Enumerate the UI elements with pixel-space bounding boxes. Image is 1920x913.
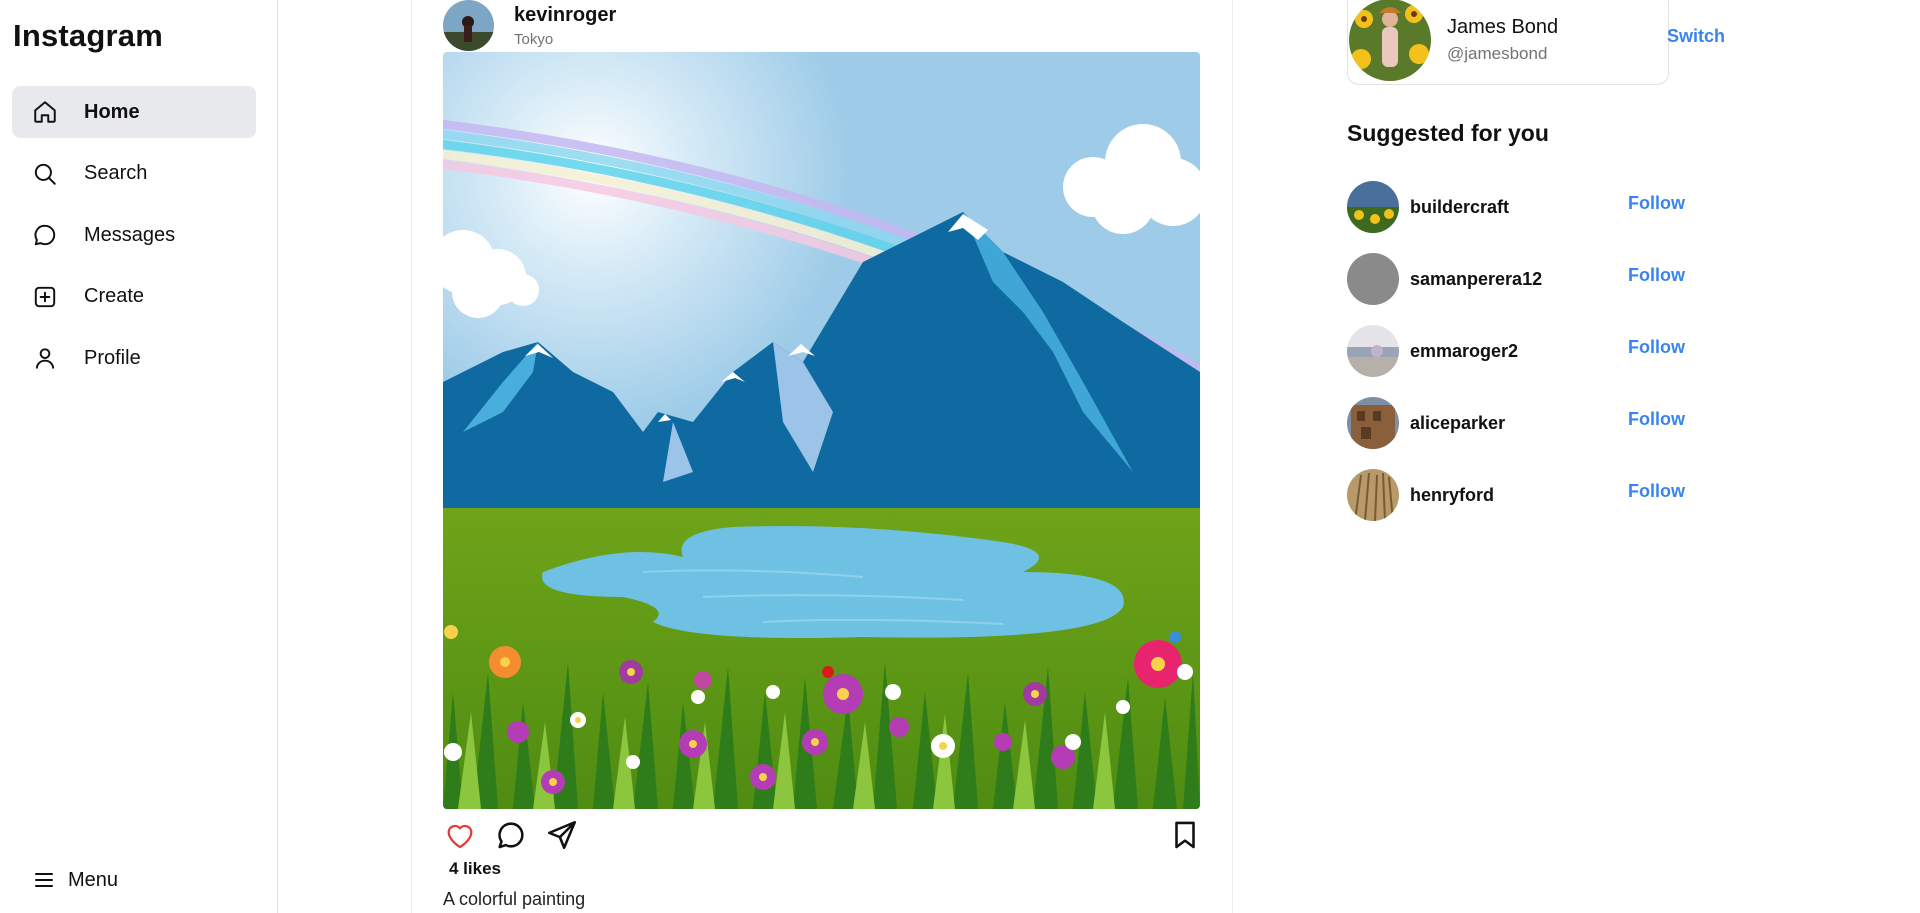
- sidebar-item-label: Create: [84, 285, 145, 307]
- menu-label: Menu: [68, 868, 119, 891]
- list-item: henryford Follow: [1347, 459, 1747, 531]
- sidebar-item-create[interactable]: Create: [12, 271, 256, 323]
- list-item: emmaroger2 Follow: [1347, 315, 1747, 387]
- suggested-username[interactable]: emmaroger2: [1410, 341, 1518, 362]
- sidebar-item-label: Messages: [84, 223, 176, 246]
- sidebar-item-messages[interactable]: Messages: [12, 209, 256, 261]
- plus-square-icon: [32, 284, 58, 310]
- comment-icon: [498, 822, 524, 849]
- search-icon: [32, 161, 58, 187]
- avatar[interactable]: [1347, 325, 1399, 377]
- list-item: aliceparker Follow: [1347, 387, 1747, 459]
- post-header: kevinroger Tokyo: [443, 0, 616, 51]
- post-caption: A colorful painting: [443, 889, 586, 909]
- save-button[interactable]: [1168, 818, 1202, 852]
- sidebar-item-home[interactable]: Home: [12, 86, 256, 138]
- landscape-painting: [443, 52, 1200, 809]
- suggested-username[interactable]: henryford: [1410, 485, 1494, 506]
- feed: kevinroger Tokyo 4 likes A colorful pain…: [411, 0, 1233, 913]
- sidebar-nav: Home Search Messages Create Profile: [12, 86, 256, 394]
- sidebar-item-label: Profile: [84, 346, 141, 369]
- avatar[interactable]: [1347, 253, 1399, 305]
- heart-icon: [447, 824, 473, 849]
- avatar[interactable]: [1347, 469, 1399, 521]
- avatar[interactable]: [1347, 181, 1399, 233]
- post-location[interactable]: Tokyo: [514, 31, 616, 48]
- suggested-username[interactable]: buildercraft: [1410, 197, 1509, 218]
- follow-button[interactable]: Follow: [1628, 265, 1685, 286]
- app-logo[interactable]: Instagram: [13, 18, 163, 54]
- send-icon: [547, 820, 577, 850]
- share-button[interactable]: [545, 818, 579, 852]
- sidebar-item-search[interactable]: Search: [12, 148, 256, 200]
- suggestions-list: buildercraft Follow samanperera12 Follow…: [1347, 171, 1747, 531]
- list-item: samanperera12 Follow: [1347, 243, 1747, 315]
- menu-button[interactable]: Menu: [32, 868, 118, 892]
- avatar[interactable]: [1347, 397, 1399, 449]
- follow-button[interactable]: Follow: [1628, 409, 1685, 430]
- sidebar: Instagram Home Search Messages Create Pr…: [0, 0, 278, 913]
- post-image[interactable]: [443, 52, 1200, 809]
- account-handle: @jamesbond: [1447, 44, 1548, 63]
- message-icon: [32, 222, 58, 248]
- post-username[interactable]: kevinroger: [514, 4, 616, 27]
- follow-button[interactable]: Follow: [1628, 337, 1685, 358]
- post-actions: [443, 818, 1200, 854]
- user-icon: [32, 345, 58, 371]
- suggested-username[interactable]: samanperera12: [1410, 269, 1542, 290]
- current-account-card[interactable]: James Bond @jamesbond: [1347, 0, 1669, 85]
- account-name: James Bond: [1447, 16, 1559, 38]
- avatar: [1349, 0, 1431, 81]
- follow-button[interactable]: Follow: [1628, 193, 1685, 214]
- sidebar-item-label: Search: [84, 162, 148, 184]
- suggested-username[interactable]: aliceparker: [1410, 413, 1505, 434]
- like-button[interactable]: [443, 818, 477, 852]
- home-icon: [32, 99, 58, 125]
- list-item: buildercraft Follow: [1347, 171, 1747, 243]
- bookmark-icon: [1175, 821, 1195, 849]
- follow-button[interactable]: Follow: [1628, 481, 1685, 502]
- sidebar-item-profile[interactable]: Profile: [12, 332, 256, 384]
- suggestions-title: Suggested for you: [1347, 120, 1549, 146]
- hamburger-icon: [32, 868, 56, 892]
- switch-account-button[interactable]: Switch: [1667, 26, 1725, 47]
- post-author-avatar[interactable]: [443, 0, 494, 51]
- likes-count[interactable]: 4 likes: [449, 859, 501, 879]
- sidebar-item-label: Home: [84, 100, 140, 123]
- comment-button[interactable]: [494, 818, 528, 852]
